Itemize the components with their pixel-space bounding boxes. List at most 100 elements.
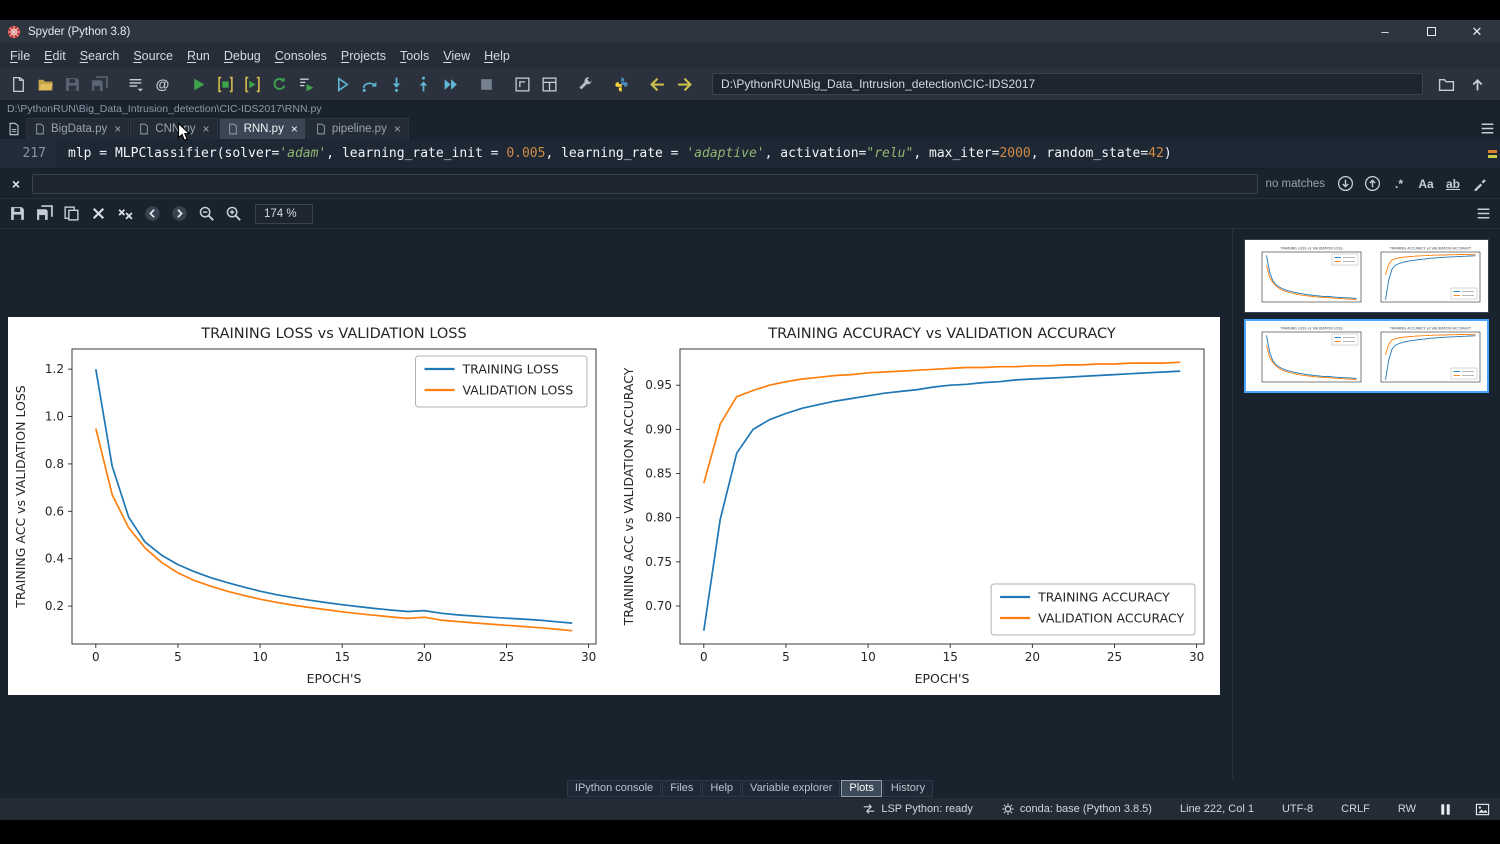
window-layout-icon[interactable]: [536, 71, 563, 97]
plots-menu-button[interactable]: [1470, 205, 1496, 222]
file-icon: [315, 123, 327, 135]
pane-tab-help[interactable]: Help: [702, 780, 741, 797]
figure: 0510152025300.20.40.60.81.01.2TRAINING L…: [8, 317, 1220, 695]
code-token: 'adaptive': [686, 146, 764, 161]
editor-tab-cnn-py[interactable]: CNN.py×: [130, 118, 217, 139]
tab-close-icon[interactable]: ×: [291, 122, 298, 136]
pane-tab-variable-explorer[interactable]: Variable explorer: [742, 780, 840, 797]
menu-consoles[interactable]: Consoles: [268, 46, 334, 66]
find-symbols-icon[interactable]: @: [149, 71, 176, 97]
menu-file[interactable]: File: [3, 46, 37, 66]
pane-tab-plots[interactable]: Plots: [841, 780, 881, 797]
run-file-icon[interactable]: [185, 71, 212, 97]
previous-plot-icon[interactable]: [139, 202, 166, 226]
plots-toolbar-icons: [4, 202, 247, 226]
menu-search[interactable]: Search: [73, 46, 127, 66]
maximize-pane-icon[interactable]: [509, 71, 536, 97]
svg-text:0: 0: [700, 650, 708, 664]
zoom-out-icon[interactable]: [193, 202, 220, 226]
plot-thumbnail-1[interactable]: TRAINING LOSS vs VALIDATION LOSSTRAINING…: [1244, 239, 1489, 313]
forward-icon[interactable]: [671, 71, 698, 97]
toolbar-separator: [320, 71, 329, 97]
find-status: no matches: [1266, 178, 1325, 190]
rerun-cell-icon[interactable]: [266, 71, 293, 97]
new-file-icon[interactable]: [5, 71, 32, 97]
open-file-icon[interactable]: [32, 71, 59, 97]
back-icon[interactable]: [644, 71, 671, 97]
save-all-icon[interactable]: [86, 71, 113, 97]
thumbnails-list: TRAINING LOSS vs VALIDATION LOSSTRAINING…: [1244, 239, 1489, 779]
step-into-icon[interactable]: [383, 71, 410, 97]
open-working-directory-icon[interactable]: [1433, 71, 1460, 97]
svg-text:5: 5: [174, 650, 182, 664]
breadcrumb: D:\PythonRUN\Big_Data_Intrusion_detectio…: [0, 101, 1500, 117]
tab-close-icon[interactable]: ×: [114, 122, 121, 136]
close-find-icon[interactable]: ×: [8, 176, 24, 192]
menu-run[interactable]: Run: [180, 46, 217, 66]
preferences-icon[interactable]: [572, 71, 599, 97]
regex-icon[interactable]: .*: [1387, 172, 1411, 196]
pane-tab-history[interactable]: History: [883, 780, 933, 797]
menu-view[interactable]: View: [436, 46, 477, 66]
remove-all-plots-icon[interactable]: [112, 202, 139, 226]
run-selection-icon[interactable]: [293, 71, 320, 97]
step-return-icon[interactable]: [410, 71, 437, 97]
plot-thumbnail-2[interactable]: TRAINING LOSS vs VALIDATION LOSSTRAINING…: [1244, 319, 1489, 393]
svg-text:TRAINING ACCURACY vs VALIDATIO: TRAINING ACCURACY vs VALIDATION ACCURACY: [767, 326, 1116, 342]
save-all-plots-icon[interactable]: [31, 202, 58, 226]
step-over-icon[interactable]: [356, 71, 383, 97]
svg-text:30: 30: [581, 650, 596, 664]
find-input[interactable]: [32, 174, 1258, 194]
maximize-button[interactable]: [1408, 20, 1454, 43]
find-next-icon[interactable]: [1333, 172, 1357, 196]
run-cell-advance-icon[interactable]: [239, 71, 266, 97]
window-title: Spyder (Python 3.8): [28, 26, 130, 38]
whole-words-icon[interactable]: ab: [1441, 172, 1465, 196]
zoom-level[interactable]: 174 %: [255, 204, 313, 224]
minimize-button[interactable]: –: [1362, 20, 1408, 43]
run-cell-icon[interactable]: [212, 71, 239, 97]
editor-tab-bigdata-py[interactable]: BigData.py×: [26, 118, 129, 139]
pane-tab-ipython-console[interactable]: IPython console: [567, 780, 661, 797]
menu-tools[interactable]: Tools: [393, 46, 436, 66]
save-plot-icon[interactable]: [4, 202, 31, 226]
panel-button[interactable]: [1475, 802, 1490, 817]
highlight-matches-icon[interactable]: [1468, 172, 1492, 196]
editor-code-area[interactable]: 217 mlp = MLPClassifier(solver='adam', l…: [0, 139, 1500, 169]
menu-edit[interactable]: Edit: [37, 46, 73, 66]
svg-text:TRAINING ACCURACY vs VALIDATIO: TRAINING ACCURACY vs VALIDATION ACCURACY: [1389, 247, 1472, 251]
go-to-parent-directory-icon[interactable]: [1464, 71, 1491, 97]
case-sensitive-icon[interactable]: Aa: [1414, 172, 1438, 196]
menu-source[interactable]: Source: [126, 46, 180, 66]
menu-debug[interactable]: Debug: [217, 46, 268, 66]
working-directory-selector[interactable]: D:\PythonRUN\Big_Data_Intrusion_detectio…: [712, 73, 1423, 95]
editor-tab-rnn-py[interactable]: RNN.py×: [219, 118, 306, 139]
close-button[interactable]: ✕: [1454, 20, 1500, 43]
debug-file-icon[interactable]: [329, 71, 356, 97]
stop-kernel-icon[interactable]: [473, 71, 500, 97]
tabbar-menu-button[interactable]: [1474, 118, 1500, 139]
menu-help[interactable]: Help: [477, 46, 517, 66]
find-previous-icon[interactable]: [1360, 172, 1384, 196]
plots-pane: 0510152025300.20.40.60.81.01.2TRAINING L…: [0, 229, 1233, 779]
thumbnails-pane: TRAINING LOSS vs VALIDATION LOSSTRAINING…: [1233, 229, 1500, 779]
svg-text:0.75: 0.75: [645, 555, 672, 569]
continue-execution-icon[interactable]: [437, 71, 464, 97]
menu-projects[interactable]: Projects: [334, 46, 393, 66]
remove-plot-icon[interactable]: [85, 202, 112, 226]
tab-close-icon[interactable]: ×: [394, 122, 401, 136]
warning-flag: [1488, 150, 1497, 153]
file-switcher-icon[interactable]: [122, 71, 149, 97]
editor-tab-pipeline-py[interactable]: pipeline.py×: [307, 118, 409, 139]
browse-tabs-button[interactable]: [2, 118, 26, 139]
zoom-in-icon[interactable]: [220, 202, 247, 226]
python-path-manager-icon[interactable]: [608, 71, 635, 97]
window-controls: – ✕: [1362, 20, 1500, 43]
tab-close-icon[interactable]: ×: [203, 122, 210, 136]
pane-tab-files[interactable]: Files: [662, 780, 701, 797]
copy-to-clipboard-icon[interactable]: [58, 202, 85, 226]
code-line[interactable]: mlp = MLPClassifier(solver='adam', learn…: [56, 139, 1484, 168]
pause-button[interactable]: [1438, 802, 1453, 817]
save-file-icon[interactable]: [59, 71, 86, 97]
next-plot-icon[interactable]: [166, 202, 193, 226]
